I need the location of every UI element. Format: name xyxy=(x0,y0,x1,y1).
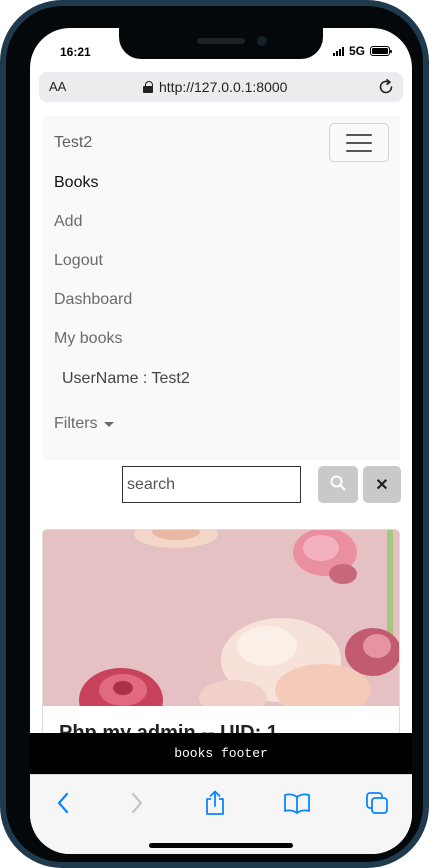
bookmarks-button[interactable] xyxy=(282,789,312,817)
reload-icon[interactable] xyxy=(377,78,395,96)
status-indicators: 5G xyxy=(332,44,392,58)
caret-down-icon xyxy=(103,421,114,427)
tabs-icon xyxy=(366,792,388,814)
search-input[interactable] xyxy=(122,466,301,503)
text-size-button[interactable]: AA xyxy=(49,79,66,94)
nav-link-logout[interactable]: Logout xyxy=(54,252,103,270)
hamburger-icon xyxy=(346,134,372,136)
battery-icon xyxy=(370,46,392,56)
tabs-button[interactable] xyxy=(362,789,392,817)
clear-search-button[interactable]: ✕ xyxy=(363,466,401,503)
navbar-brand[interactable]: Test2 xyxy=(54,134,92,152)
nav-link-dashboard[interactable]: Dashboard xyxy=(54,291,132,309)
filters-dropdown[interactable]: Filters xyxy=(54,415,114,433)
navbar-toggler-button[interactable] xyxy=(329,123,389,162)
front-camera xyxy=(257,36,267,46)
footer-text: books footer xyxy=(174,746,268,761)
nav-link-add[interactable]: Add xyxy=(54,213,82,231)
share-icon xyxy=(206,790,224,815)
book-cover-image xyxy=(43,530,399,706)
back-button[interactable] xyxy=(48,789,78,817)
username-label: UserName : Test2 xyxy=(62,370,190,387)
speaker xyxy=(197,38,245,44)
power-button xyxy=(423,226,429,318)
network-label: 5G xyxy=(348,44,365,58)
phone-bezel: 16:21 5G AA http://127.0.0.1:8000 Test2 … xyxy=(6,6,423,862)
share-button[interactable] xyxy=(200,789,230,817)
browser-toolbar xyxy=(30,774,412,854)
url-text: http://127.0.0.1:8000 xyxy=(159,79,288,95)
home-indicator xyxy=(149,843,293,848)
lock-icon xyxy=(143,81,153,93)
chevron-left-icon xyxy=(57,792,69,814)
chevron-right-icon xyxy=(131,792,143,814)
screen: 16:21 5G AA http://127.0.0.1:8000 Test2 … xyxy=(30,28,412,854)
status-time: 16:21 xyxy=(60,45,91,59)
notch xyxy=(119,28,323,59)
nav-link-my-books[interactable]: My books xyxy=(54,330,122,348)
signal-icon xyxy=(332,46,344,56)
navbar: Test2 Books Add Logout Dashboard My book… xyxy=(42,116,400,460)
search-icon xyxy=(330,475,346,491)
forward-button[interactable] xyxy=(122,789,152,817)
address-bar[interactable]: AA http://127.0.0.1:8000 xyxy=(39,72,403,102)
search-button[interactable] xyxy=(318,466,358,503)
page-footer: books footer xyxy=(30,733,412,774)
phone-frame: 16:21 5G AA http://127.0.0.1:8000 Test2 … xyxy=(0,0,429,868)
url-display[interactable]: http://127.0.0.1:8000 xyxy=(143,79,287,95)
book-icon xyxy=(284,793,310,814)
filters-label: Filters xyxy=(54,415,98,432)
nav-link-books[interactable]: Books xyxy=(54,174,98,192)
